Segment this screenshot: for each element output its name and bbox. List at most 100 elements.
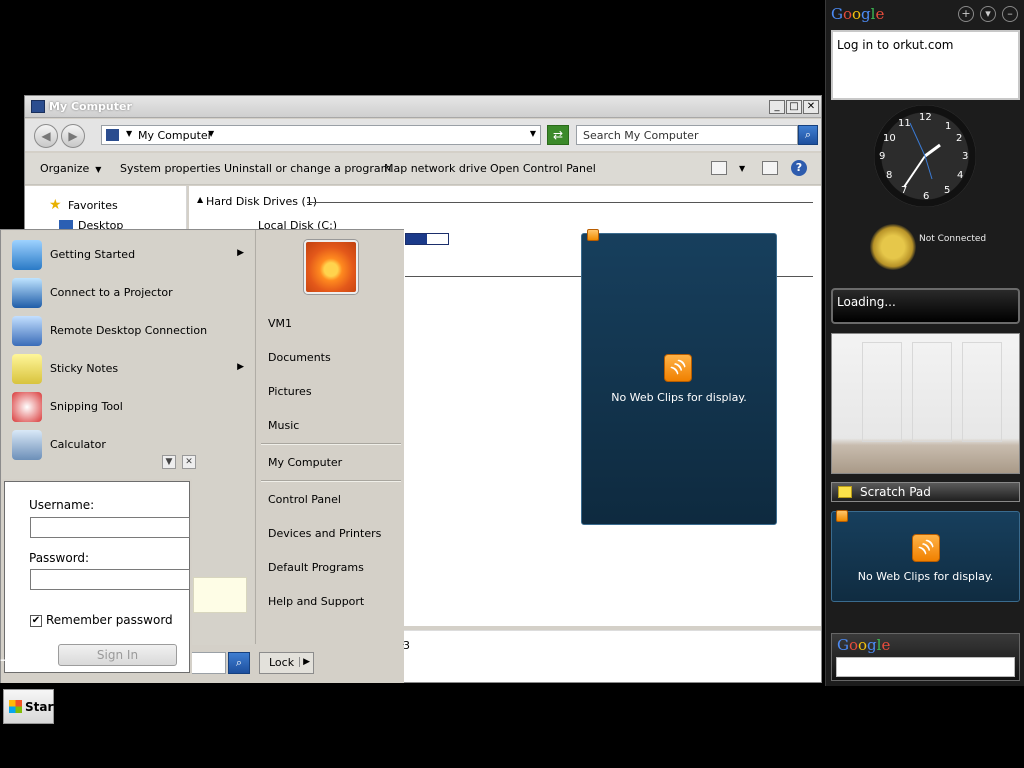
menu-separator: [261, 443, 401, 445]
help-icon[interactable]: ?: [791, 160, 807, 176]
sidebar-minimize-icon[interactable]: –: [1002, 6, 1018, 22]
search-input[interactable]: Search My Computer: [576, 125, 798, 145]
menu-item-user[interactable]: VM1: [268, 317, 292, 330]
drive-usage-bar: [405, 233, 449, 245]
sign-in-button[interactable]: Sign In: [58, 644, 177, 666]
menu-item-sticky-notes[interactable]: Sticky Notes ▶: [10, 352, 250, 386]
group-header[interactable]: Hard Disk Drives (1): [206, 195, 317, 208]
breadcrumb[interactable]: My Computer: [138, 129, 212, 142]
start-search-input[interactable]: [186, 652, 226, 674]
star-icon: ★: [49, 197, 62, 213]
calculator-icon: [12, 430, 42, 460]
weather-status: Not Connected: [919, 234, 987, 244]
address-bar[interactable]: ▼ My Computer ▼ ▼: [101, 125, 541, 145]
submenu-arrow-icon: ▶: [237, 248, 244, 258]
rss-icon: [912, 534, 940, 562]
remote-desktop-icon: [12, 316, 42, 346]
title-bar[interactable]: My Computer _ □ ✕: [25, 96, 821, 118]
sidebar-menu-icon[interactable]: ▾: [980, 6, 996, 22]
remember-label: Remember password: [46, 613, 173, 627]
view-dropdown-icon[interactable]: ▼: [739, 164, 745, 173]
sticky-notes-icon: [12, 354, 42, 384]
lock-button[interactable]: Lock ▶: [259, 652, 314, 674]
maximize-button[interactable]: □: [786, 100, 802, 114]
remember-checkbox[interactable]: ✔: [30, 615, 42, 627]
close-button[interactable]: ✕: [803, 100, 819, 114]
rss-icon: [836, 510, 848, 522]
clock-hands: [903, 122, 941, 188]
user-picture[interactable]: [304, 240, 358, 294]
gadget-sidebar: Google + ▾ – Log in to orkut.com 12 1 2 …: [825, 0, 1024, 686]
computer-icon: [31, 100, 45, 113]
slideshow-image: [962, 342, 1002, 442]
menu-item-help-support[interactable]: Help and Support: [268, 595, 364, 608]
submenu-arrow-icon: ▶: [237, 362, 244, 372]
chevron-down-icon[interactable]: ▼: [208, 129, 214, 138]
preview-pane-icon[interactable]: [762, 161, 778, 175]
start-label: Start: [25, 700, 60, 714]
map-network-drive-button[interactable]: Map network drive: [384, 162, 487, 175]
forward-button[interactable]: ▶: [61, 124, 85, 148]
nav-favorites[interactable]: Favorites: [68, 199, 118, 212]
clock-gadget: 12 1 2 3 4 5 6 7 8 9 10 11: [874, 105, 976, 207]
google-search-gadget: Google: [831, 633, 1020, 681]
menu-item-calculator[interactable]: Calculator: [10, 428, 250, 462]
password-field[interactable]: [30, 569, 190, 590]
add-gadget-icon[interactable]: +: [958, 6, 974, 22]
address-dropdown-icon[interactable]: ▼: [530, 129, 536, 138]
cursor-icon: ➔: [0, 653, 11, 667]
chevron-right-icon[interactable]: ▶: [299, 657, 310, 667]
orkut-gadget[interactable]: Log in to orkut.com: [831, 30, 1020, 100]
uninstall-program-button[interactable]: Uninstall or change a program: [224, 162, 391, 175]
webclip-empty-text: No Web Clips for display.: [857, 570, 994, 583]
menu-item-my-computer[interactable]: My Computer: [268, 456, 342, 469]
weather-sun-icon: [870, 224, 916, 270]
menu-item-default-programs[interactable]: Default Programs: [268, 561, 364, 574]
minimize-button[interactable]: _: [769, 100, 785, 114]
menu-item-getting-started[interactable]: Getting Started ▶: [10, 238, 250, 272]
group-divider: [307, 202, 813, 203]
slideshow-image: [912, 342, 952, 442]
loading-gadget: Loading...: [831, 288, 1020, 324]
start-menu-places: VM1 Documents Pictures Music My Computer…: [255, 230, 404, 644]
google-logo: Google: [837, 636, 891, 654]
window-title: My Computer: [49, 100, 132, 113]
refresh-button[interactable]: ⇄: [547, 125, 569, 145]
menu-item-devices-printers[interactable]: Devices and Printers: [268, 527, 381, 540]
rss-icon: [587, 229, 599, 241]
detail-text: 3: [403, 639, 410, 652]
note-icon: [838, 486, 852, 498]
password-label: Password:: [29, 551, 90, 565]
menu-item-control-panel[interactable]: Control Panel: [268, 493, 341, 506]
search-icon[interactable]: ⌕: [798, 125, 818, 145]
scratch-pad-gadget[interactable]: Scratch Pad: [831, 482, 1020, 502]
command-bar: Organize ▼ System properties Uninstall or…: [25, 153, 821, 185]
webclip-sidebar-gadget[interactable]: No Web Clips for display.: [831, 510, 1020, 602]
system-properties-button[interactable]: System properties: [120, 162, 221, 175]
orkut-login-link[interactable]: Log in to orkut.com: [837, 38, 953, 52]
back-button[interactable]: ◀: [34, 124, 58, 148]
search-icon[interactable]: ⌕: [228, 652, 250, 674]
menu-item-music[interactable]: Music: [268, 419, 299, 432]
popup-close-icon[interactable]: ✕: [182, 455, 196, 469]
collapse-icon[interactable]: ▲: [197, 195, 203, 204]
webclip-gadget[interactable]: No Web Clips for display.: [581, 229, 777, 525]
scissors-icon: [12, 392, 42, 422]
popup-menu-icon[interactable]: ▼: [162, 455, 176, 469]
slideshow-gadget[interactable]: [831, 333, 1020, 474]
sticky-note-preview: [193, 577, 247, 613]
organize-button[interactable]: Organize ▼: [40, 162, 101, 175]
webclip-empty-text: No Web Clips for display.: [611, 391, 747, 404]
start-button[interactable]: Start: [3, 689, 59, 724]
menu-item-connect-projector[interactable]: Connect to a Projector: [10, 276, 250, 310]
getting-started-icon: [12, 240, 42, 270]
menu-item-pictures[interactable]: Pictures: [268, 385, 312, 398]
menu-item-snipping-tool[interactable]: Snipping Tool: [10, 390, 250, 424]
username-field[interactable]: [30, 517, 190, 538]
menu-item-remote-desktop[interactable]: Remote Desktop Connection: [10, 314, 250, 348]
open-control-panel-button[interactable]: Open Control Panel: [490, 162, 596, 175]
view-options-icon[interactable]: [711, 161, 727, 175]
google-search-input[interactable]: [836, 657, 1015, 677]
chevron-down-icon[interactable]: ▼: [126, 129, 132, 138]
menu-item-documents[interactable]: Documents: [268, 351, 331, 364]
